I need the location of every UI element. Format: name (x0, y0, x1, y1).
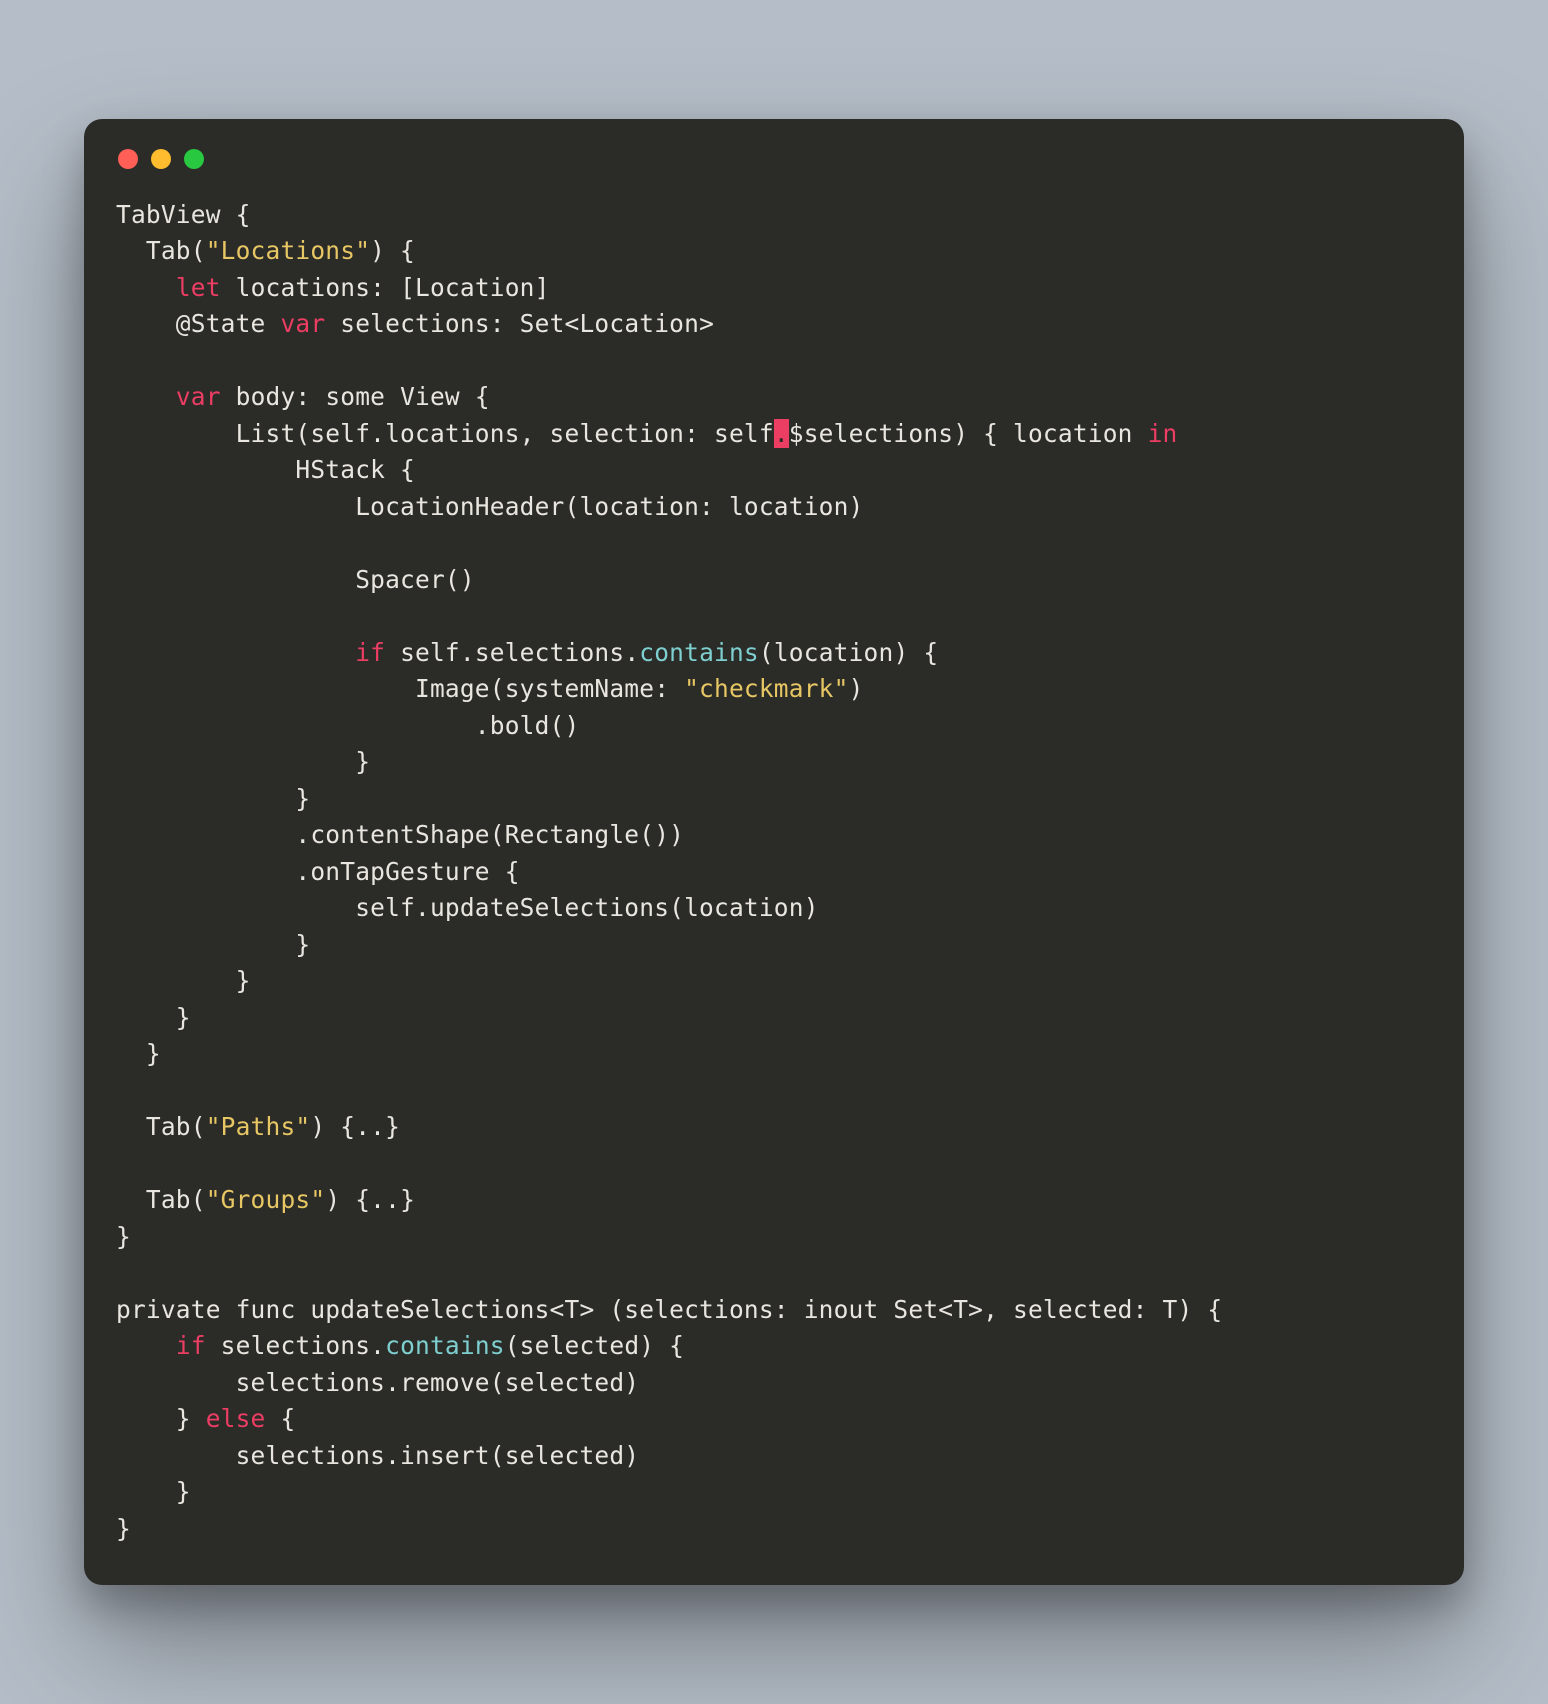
code-line: HStack { (116, 455, 415, 484)
window-controls (116, 149, 1432, 169)
code-line: LocationHeader(location: location) (116, 492, 864, 521)
code-line: } else { (116, 1404, 295, 1433)
code-line: List(self.locations, selection: self.$se… (116, 419, 1177, 448)
maximize-icon[interactable] (184, 149, 204, 169)
code-line: } (116, 1222, 131, 1251)
code-line: Image(systemName: "checkmark") (116, 674, 864, 703)
code-line: } (116, 1039, 161, 1068)
code-line: private func updateSelections<T> (select… (116, 1295, 1222, 1324)
code-line: } (116, 747, 370, 776)
close-icon[interactable] (118, 149, 138, 169)
minimize-icon[interactable] (151, 149, 171, 169)
code-line: .onTapGesture { (116, 857, 520, 886)
code-line: Tab("Paths") {..} (116, 1112, 400, 1141)
code-line: Spacer() (116, 565, 475, 594)
code-line: @State var selections: Set<Location> (116, 309, 714, 338)
code-line: } (116, 930, 310, 959)
cursor: . (774, 419, 789, 448)
code-line: let locations: [Location] (116, 273, 550, 302)
code-line: } (116, 1514, 131, 1543)
code-line: Tab("Groups") {..} (116, 1185, 415, 1214)
code-line: TabView { (116, 200, 251, 229)
code-line: if self.selections.contains(location) { (116, 638, 938, 667)
code-line: .contentShape(Rectangle()) (116, 820, 684, 849)
code-line: self.updateSelections(location) (116, 893, 819, 922)
code-line: Tab("Locations") { (116, 236, 415, 265)
code-line: } (116, 784, 310, 813)
code-line: } (116, 1003, 191, 1032)
code-line: if selections.contains(selected) { (116, 1331, 684, 1360)
code-line: var body: some View { (116, 382, 490, 411)
code-line: } (116, 966, 251, 995)
code-line: selections.remove(selected) (116, 1368, 639, 1397)
code-line: .bold() (116, 711, 579, 740)
code-window: TabView { Tab("Locations") { let locatio… (84, 119, 1464, 1586)
code-line: } (116, 1477, 191, 1506)
code-line: selections.insert(selected) (116, 1441, 639, 1470)
code-block: TabView { Tab("Locations") { let locatio… (116, 197, 1432, 1548)
